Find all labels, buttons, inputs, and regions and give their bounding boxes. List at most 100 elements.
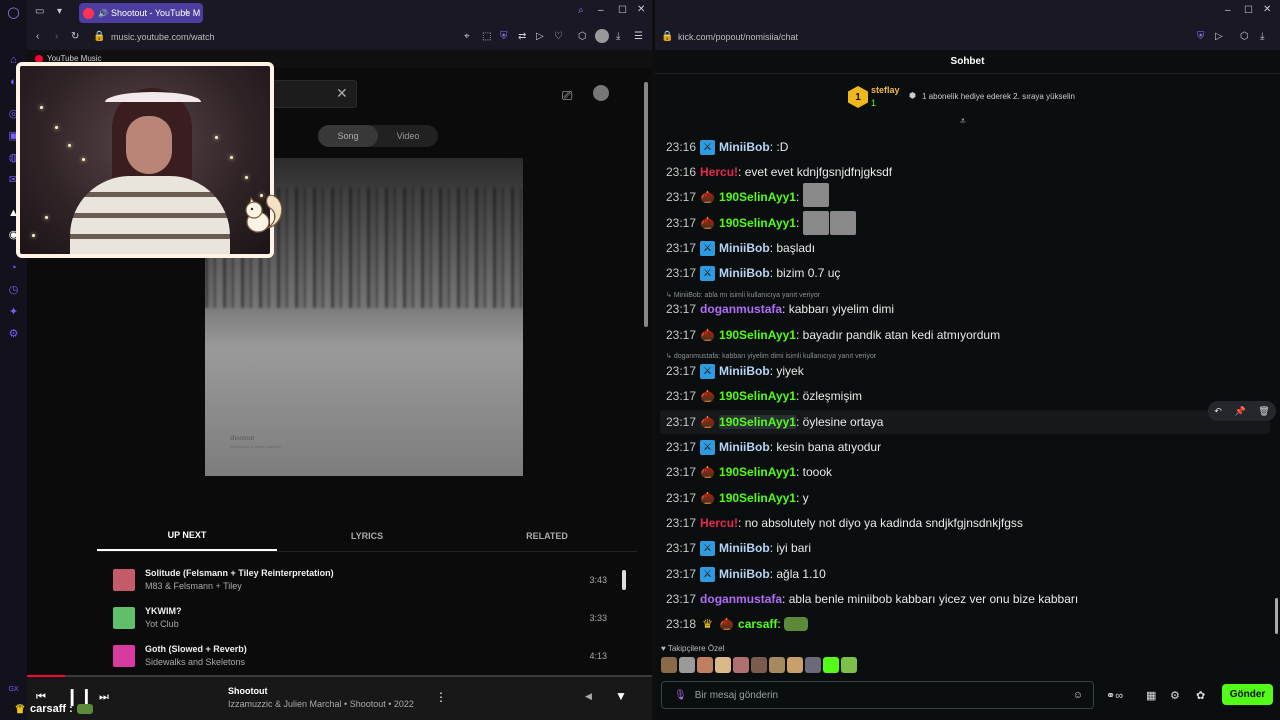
clear-search-icon[interactable]: ✕ <box>336 85 348 102</box>
tab-workspace-icon[interactable]: ▭ <box>35 6 44 17</box>
collapse-icon[interactable]: ⩡ <box>960 116 966 127</box>
share-icon[interactable]: ⚭∞ <box>1106 689 1123 702</box>
chat-message[interactable]: 23:17 🌰 190SelinAyy1: bayadır pandik ata… <box>666 324 1000 346</box>
msg-user[interactable]: MiniiBob <box>719 241 770 255</box>
maximize-icon[interactable]: ☐ <box>618 5 627 16</box>
more-options-icon[interactable]: ⋮ <box>435 690 447 704</box>
emote-icon[interactable] <box>823 657 839 673</box>
chat-message[interactable]: 23:17 🌰 190SelinAyy1: <box>666 183 829 208</box>
msg-user[interactable]: carsaff <box>738 617 777 631</box>
player-progress-bar[interactable] <box>27 675 65 677</box>
queue-artist[interactable]: M83 & Felsmann + Tiley <box>145 580 589 593</box>
page-scrollbar[interactable] <box>644 82 648 327</box>
profile-avatar[interactable] <box>595 29 609 43</box>
gx-corner-icon[interactable]: GX <box>6 682 21 697</box>
store-icon[interactable]: ▦ <box>1146 689 1156 702</box>
chat-message[interactable]: 23:18 ♛ 🌰 carsaff: <box>666 613 809 635</box>
chat-message[interactable]: 23:17 ⚔ MiniiBob: bizim 0.7 uç <box>666 262 840 284</box>
expand-player-icon[interactable]: ▼ <box>615 689 627 703</box>
chat-scrollbar[interactable] <box>1275 598 1278 634</box>
extensions-icon[interactable]: ⬡ <box>1240 31 1249 42</box>
gift-icon[interactable]: ✿ <box>1196 689 1205 702</box>
tab-related[interactable]: RELATED <box>457 520 637 551</box>
pin-icon[interactable]: 📌 <box>1234 406 1245 417</box>
msg-user[interactable]: Hercu! <box>700 165 738 179</box>
player-title[interactable]: Shootout <box>228 686 268 696</box>
reply-icon[interactable]: ↶ <box>1214 406 1222 417</box>
pin-icon[interactable]: ⌖ <box>464 31 470 42</box>
settings-icon[interactable]: ⚙ <box>6 326 21 341</box>
chat-message[interactable]: 23:17 🌰 190SelinAyy1: y <box>666 487 809 509</box>
msg-user[interactable]: 190SelinAyy1 <box>719 491 796 505</box>
queue-artist[interactable]: Sidewalks and Skeletons <box>145 656 589 669</box>
msg-user[interactable]: 190SelinAyy1 <box>719 415 796 429</box>
account-avatar[interactable] <box>593 85 609 101</box>
msg-user[interactable]: 190SelinAyy1 <box>719 328 796 342</box>
clock-icon[interactable]: ◷ <box>6 282 21 297</box>
msg-user[interactable]: 190SelinAyy1 <box>719 216 796 230</box>
msg-user[interactable]: 190SelinAyy1 <box>719 389 796 403</box>
chat-message[interactable]: 23:17 doganmustafa: abla benle miniibob … <box>666 588 1078 610</box>
msg-user[interactable]: doganmustafa <box>700 592 782 606</box>
vpn-shield-icon[interactable]: ⛨ <box>500 31 508 42</box>
msg-user[interactable]: doganmustafa <box>700 302 782 316</box>
close-window-icon[interactable]: ✕ <box>1263 4 1271 15</box>
toggle-song[interactable]: Song <box>318 125 378 147</box>
translate-icon[interactable]: ⇄ <box>518 31 526 42</box>
minimize-icon[interactable]: – <box>1225 5 1231 16</box>
reload-icon[interactable]: ↻ <box>71 31 79 42</box>
close-window-icon[interactable]: ✕ <box>637 4 645 15</box>
speaker-icon[interactable]: 🔊 <box>98 9 108 18</box>
maximize-icon[interactable]: ☐ <box>1244 5 1253 16</box>
extensions-icon[interactable]: ⬡ <box>578 31 587 42</box>
msg-user[interactable]: MiniiBob <box>719 140 770 154</box>
msg-user[interactable]: Hercu! <box>700 516 738 530</box>
chat-message[interactable]: 23:17 ⚔ MiniiBob: ağla 1.10 <box>666 563 826 585</box>
microphone-icon[interactable]: 🎙 <box>674 690 687 701</box>
extensions-icon[interactable]: ✦ <box>6 304 21 319</box>
settings-icon[interactable]: ⚙ <box>1170 689 1180 702</box>
emote-icon[interactable] <box>715 657 731 673</box>
msg-user[interactable]: MiniiBob <box>719 364 770 378</box>
minimize-icon[interactable]: – <box>598 5 604 16</box>
chat-message[interactable]: 23:17 🌰 190SelinAyy1: <box>666 211 856 235</box>
chat-message[interactable]: 23:16 Hercu!: evet evet kdnjfgsnjdfnjgks… <box>666 161 892 183</box>
chat-message[interactable]: 23:17 🌰 190SelinAyy1: toook <box>666 461 832 483</box>
search-icon[interactable]: ⌕ <box>578 5 584 16</box>
chat-message-input[interactable]: 🎙 Bir mesaj gönderin ☺ <box>661 681 1094 709</box>
emote-icon[interactable] <box>697 657 713 673</box>
snapshot-icon[interactable]: ⬚ <box>482 31 491 42</box>
msg-user[interactable]: MiniiBob <box>719 541 770 555</box>
history-icon[interactable]: ◔ <box>6 260 21 275</box>
emoji-icon[interactable]: ☺ <box>1073 690 1083 701</box>
msg-user[interactable]: MiniiBob <box>719 266 770 280</box>
next-icon[interactable]: ⏭ <box>99 691 109 704</box>
cast-icon[interactable]: ⎚ <box>562 88 572 104</box>
queue-item[interactable]: Solitude (Felsmann + Tiley Reinterpretat… <box>113 562 607 598</box>
tab-menu-icon[interactable]: ▾ <box>57 6 62 17</box>
chat-message[interactable]: 23:17 🌰 190SelinAyy1: özleşmişim <box>666 385 862 407</box>
queue-item[interactable]: YKWIM? Yot Club 3:33 <box>113 600 607 636</box>
back-icon[interactable]: ‹ <box>36 31 39 42</box>
url-text[interactable]: kick.com/popout/nomisiia/chat <box>678 32 798 42</box>
url-text[interactable]: music.youtube.com/watch <box>111 32 215 42</box>
vpn-shield-icon[interactable]: ⛨ <box>1197 31 1205 42</box>
chat-message[interactable]: 23:16 ⚔ MiniiBob: :D <box>666 136 788 158</box>
queue-item[interactable]: Goth (Slowed + Reverb) Sidewalks and Ske… <box>113 638 607 674</box>
emote-icon[interactable] <box>787 657 803 673</box>
heart-icon[interactable]: ♡ <box>554 31 563 42</box>
tab-up-next[interactable]: UP NEXT <box>97 520 277 551</box>
chat-message[interactable]: 23:17 doganmustafa: kabbarı yiyelim dimi <box>666 298 894 320</box>
forward-icon[interactable]: › <box>55 31 58 42</box>
download-icon[interactable]: ⤓ <box>1260 31 1264 42</box>
emote-icon[interactable] <box>841 657 857 673</box>
delete-icon[interactable]: 🗑 <box>1258 406 1269 417</box>
msg-user[interactable]: 190SelinAyy1 <box>719 190 796 204</box>
play-icon[interactable]: ▷ <box>536 31 544 42</box>
emote-icon[interactable] <box>751 657 767 673</box>
player-subtitle[interactable]: Izzamuzzic & Julien Marchal • Shootout •… <box>228 699 414 709</box>
chat-message[interactable]: 23:17 ⚔ MiniiBob: yiyek <box>666 360 804 382</box>
toggle-video[interactable]: Video <box>378 125 438 147</box>
msg-user[interactable]: MiniiBob <box>719 440 770 454</box>
msg-user[interactable]: MiniiBob <box>719 567 770 581</box>
